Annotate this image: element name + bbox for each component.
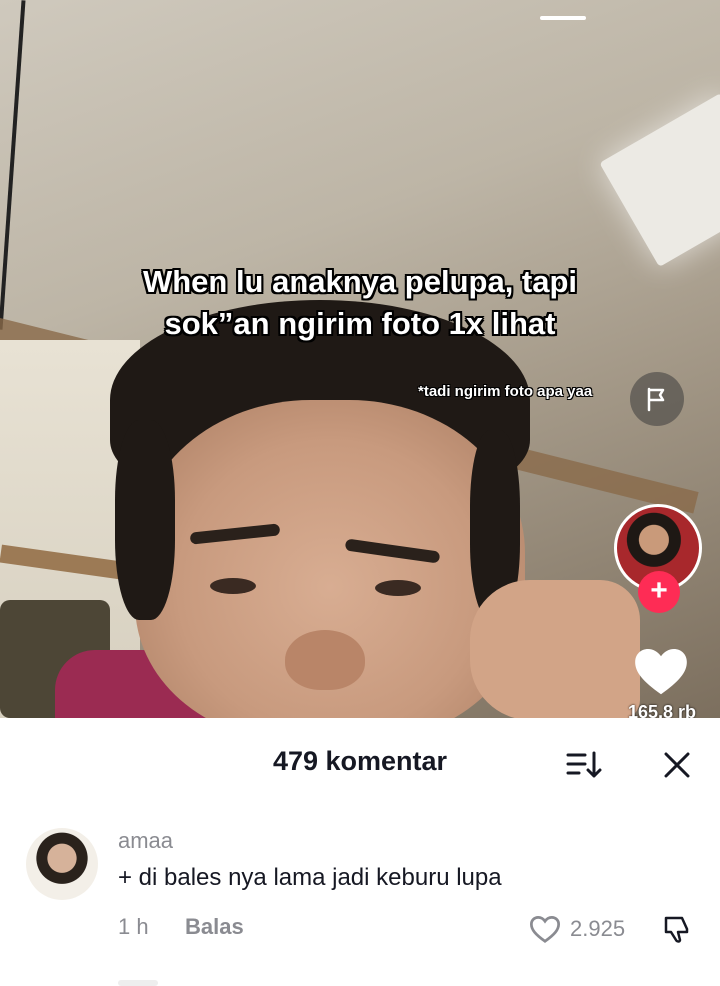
- reply-button[interactable]: Balas: [185, 914, 244, 940]
- sort-icon[interactable]: [565, 748, 603, 782]
- comments-count-title: 479 komentar: [272, 746, 448, 776]
- comment-username[interactable]: amaa: [118, 828, 173, 854]
- avatar[interactable]: [26, 828, 98, 900]
- video-overlay-text-line1: When lu anaknya pelupa, tapi: [142, 264, 578, 299]
- next-comment-placeholder: [118, 980, 158, 986]
- dislike-icon[interactable]: [660, 912, 694, 946]
- report-button[interactable]: [630, 372, 684, 426]
- video-caption: *tadi ngirim foto apa yaa: [418, 383, 593, 400]
- comment-like-count: 2.925: [570, 916, 626, 941]
- person-eye-left: [210, 578, 256, 594]
- follow-button[interactable]: +: [638, 571, 680, 613]
- top-menu-line: [540, 16, 586, 20]
- comment-time: 1 h: [118, 914, 149, 939]
- person-hand: [470, 580, 640, 718]
- person-nose: [285, 630, 365, 690]
- background-lamp: [599, 93, 720, 267]
- heart-icon[interactable]: [630, 640, 692, 702]
- comment-text: + di bales nya lama jadi keburu lupa: [118, 864, 502, 891]
- video-player[interactable]: When lu anaknya pelupa, tapi sok”an ngir…: [0, 0, 720, 718]
- flag-icon: [647, 387, 665, 412]
- video-overlay-text-line2: sok”an ngirim foto 1x lihat: [164, 306, 556, 341]
- close-icon[interactable]: [660, 748, 694, 782]
- comments-sheet: 479 komentar amaa + di bales nya lama ja…: [0, 718, 720, 986]
- person-eye-right: [375, 580, 421, 596]
- heart-outline-icon[interactable]: [528, 914, 562, 944]
- like-count: 165,8 rb: [627, 702, 697, 718]
- person-hair-left: [115, 420, 175, 620]
